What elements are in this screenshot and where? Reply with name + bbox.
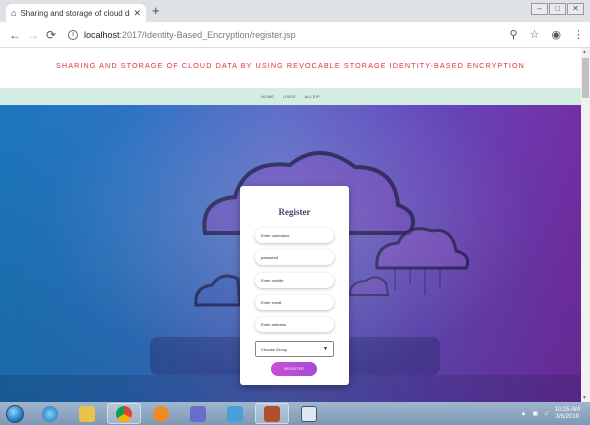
app-icon xyxy=(301,405,317,422)
site-nav: HOME USER ALLSIP xyxy=(0,88,581,105)
username-input[interactable] xyxy=(255,228,334,243)
site-title: SHARING AND STORAGE OF CLOUD DATA BY USI… xyxy=(56,61,525,70)
reload-icon[interactable]: ⟳ xyxy=(42,28,60,42)
clock-time: 10:25 AM xyxy=(554,406,580,413)
tab-title: Sharing and storage of cloud da xyxy=(20,8,131,18)
app-icon xyxy=(190,405,206,422)
bookmark-star-icon[interactable]: ☆ xyxy=(530,28,540,41)
network-icon[interactable]: ▣ xyxy=(532,410,538,417)
media-player-icon xyxy=(153,405,169,422)
register-button[interactable]: REGISTER xyxy=(271,362,317,376)
taskbar-explorer[interactable] xyxy=(70,403,104,424)
scroll-up-icon[interactable]: ▲ xyxy=(582,49,587,55)
taskbar-ie[interactable] xyxy=(33,403,67,424)
address-bar[interactable]: i localhost:2017/Identity-Based_Encrypti… xyxy=(68,29,509,40)
volume-icon[interactable]: ♫ xyxy=(544,411,549,417)
taskbar-app6[interactable] xyxy=(218,403,252,424)
nav-user[interactable]: USER xyxy=(283,94,295,99)
system-tray: ▲ ▣ ♫ 10:25 AM 3/6/2019 xyxy=(521,402,580,425)
email-input[interactable] xyxy=(255,295,334,310)
windows-orb-icon xyxy=(6,404,24,423)
url-path: :2017/Identity-Based_Encryption/register… xyxy=(119,29,296,40)
minimize-button[interactable]: – xyxy=(531,3,548,15)
browser-tab[interactable]: ⌂ Sharing and storage of cloud da ✕ xyxy=(6,4,146,22)
close-tab-icon[interactable]: ✕ xyxy=(133,8,141,19)
register-heading: Register xyxy=(278,207,311,217)
register-card: Register Choose Group ▼ REGISTER xyxy=(240,186,349,385)
windows-taskbar: ▲ ▣ ♫ 10:25 AM 3/6/2019 xyxy=(0,402,590,425)
taskbar-media[interactable] xyxy=(144,403,178,424)
clock[interactable]: 10:25 AM 3/6/2019 xyxy=(555,407,580,421)
address-input[interactable] xyxy=(255,317,334,332)
caret-down-icon: ▼ xyxy=(323,346,328,352)
app-icon xyxy=(227,405,243,422)
info-icon[interactable]: i xyxy=(68,29,78,40)
taskbar-app5[interactable] xyxy=(181,403,215,424)
group-select-value: Choose Group xyxy=(261,346,288,352)
tray-arrow-icon[interactable]: ▲ xyxy=(521,411,527,417)
back-icon[interactable]: ← xyxy=(6,28,24,42)
group-select[interactable]: Choose Group ▼ xyxy=(255,341,334,357)
window-controls: – □ ✕ xyxy=(531,3,584,15)
taskbar-app8[interactable] xyxy=(292,403,326,424)
folder-icon xyxy=(79,405,95,422)
url-host: localhost xyxy=(84,29,120,40)
chrome-icon xyxy=(116,405,132,422)
taskbar-chrome[interactable] xyxy=(107,403,141,424)
internet-explorer-icon xyxy=(42,405,58,422)
nav-home[interactable]: HOME xyxy=(261,94,274,99)
home-icon: ⌂ xyxy=(11,8,17,18)
nav-allsip[interactable]: ALLSIP xyxy=(305,94,320,99)
close-window-button[interactable]: ✕ xyxy=(567,3,584,15)
browser-tab-strip: ⌂ Sharing and storage of cloud da ✕ + – … xyxy=(0,0,590,22)
new-tab-button[interactable]: + xyxy=(152,4,160,18)
maximize-button[interactable]: □ xyxy=(549,3,566,15)
zoom-icon[interactable]: ⚲ xyxy=(509,28,517,41)
start-button[interactable] xyxy=(0,403,30,424)
forward-icon[interactable]: → xyxy=(24,28,42,42)
page-scrollbar[interactable]: ▲ ▼ xyxy=(581,48,590,402)
browser-toolbar: ← → ⟳ i localhost:2017/Identity-Based_En… xyxy=(0,22,590,48)
scroll-thumb[interactable] xyxy=(582,58,589,98)
password-input[interactable] xyxy=(255,250,334,265)
taskbar-app7[interactable] xyxy=(255,403,289,424)
app-icon xyxy=(264,405,280,422)
menu-icon[interactable]: ⋮ xyxy=(573,28,584,41)
web-page: SHARING AND STORAGE OF CLOUD DATA BY USI… xyxy=(0,48,581,402)
profile-icon[interactable]: ◉ xyxy=(551,28,561,41)
mobile-input[interactable] xyxy=(255,273,334,288)
clock-date: 3/6/2019 xyxy=(555,413,579,420)
scroll-down-icon[interactable]: ▼ xyxy=(582,395,587,401)
